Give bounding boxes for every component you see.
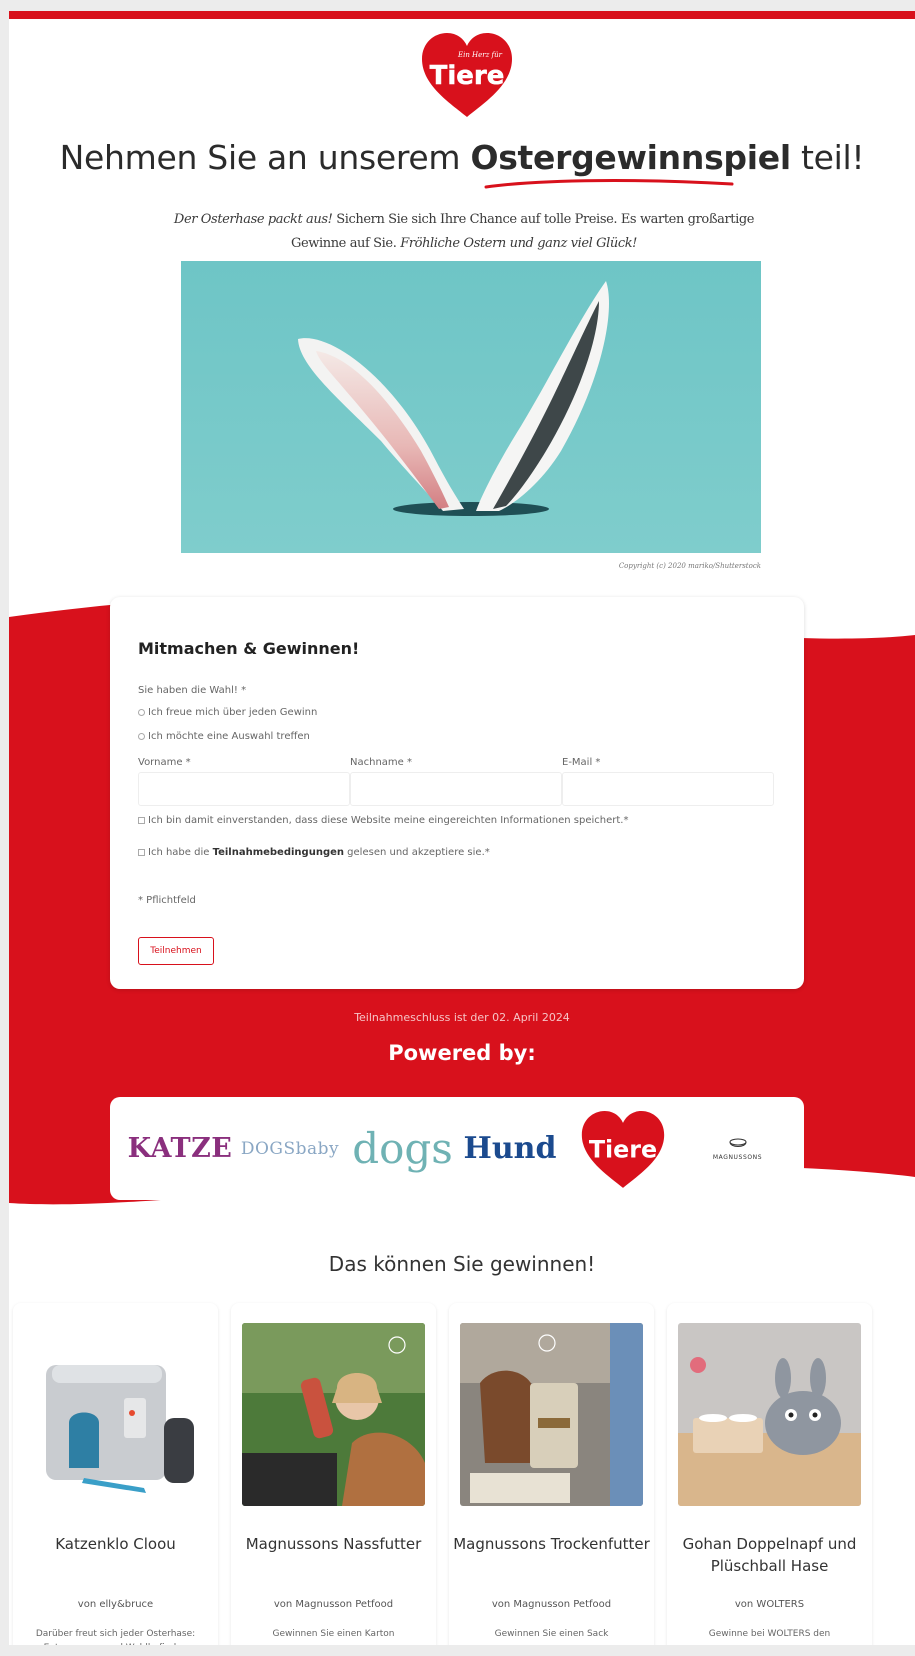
logo-wordmark: Tiere xyxy=(430,61,505,91)
consent-terms-checkbox[interactable] xyxy=(138,849,145,856)
dogsbaby-logo[interactable]: DOGSbaby xyxy=(240,1097,340,1200)
image-copyright: Copyright (c) 2020 mariko/Shutterstock xyxy=(618,562,761,570)
prizes-title: Das können Sie gewinnen! xyxy=(328,1252,596,1276)
intro-text: Der Osterhase packt aus! Sichern Sie sic… xyxy=(169,208,759,256)
title-prefix: Nehmen Sie an unserem xyxy=(59,138,471,177)
deadline-text: Teilnahmeschluss ist der 02. April 2024 xyxy=(354,1011,570,1024)
firstname-label: Vorname * xyxy=(138,757,191,768)
email-label: E-Mail * xyxy=(562,757,601,768)
bowl-icon xyxy=(729,1138,746,1147)
prize-description: Gewinnen Sie einen Karton xyxy=(272,1629,395,1639)
title-underline-stroke xyxy=(484,179,734,189)
prize-card[interactable]: Gohan Doppelnapf und Plüschball Hase von… xyxy=(667,1303,872,1645)
entry-form: Mitmachen & Gewinnen! Sie haben die Wahl… xyxy=(110,597,804,989)
logo-tagline: Ein Herz für xyxy=(457,51,503,59)
form-title: Mitmachen & Gewinnen! xyxy=(138,639,360,658)
prize-name: Magnussons Nassfutter xyxy=(245,1535,422,1553)
firstname-field: Vorname * xyxy=(138,757,350,806)
consent-terms-row[interactable]: Ich habe die Teilnahmebedingungen gelese… xyxy=(138,847,490,858)
katze-logo[interactable]: KATZE xyxy=(128,1097,232,1200)
prize-description: Gewinnen Sie einen Sack xyxy=(494,1629,609,1639)
sponsor-logos: KATZE DOGSbaby dogs Hund Tiere MAGNUSSON… xyxy=(110,1097,804,1200)
prize-description: Gewinne bei WOLTERS den xyxy=(708,1629,831,1639)
page: Ein Herz für Tiere Nehmen Sie an unserem… xyxy=(9,11,915,1645)
radio-label: Ich möchte eine Auswahl treffen xyxy=(148,731,310,742)
terms-pre: Ich habe die xyxy=(148,847,213,858)
consent-storage-checkbox[interactable] xyxy=(138,817,145,824)
prize-description: Darüber freut sich jeder Osterhase: Ents… xyxy=(35,1629,196,1645)
radio-button[interactable] xyxy=(138,709,145,716)
prize-name: Gohan Doppelnapf und Plüschball Hase xyxy=(682,1535,857,1575)
consent-storage-label: Ich bin damit einverstanden, dass diese … xyxy=(148,815,629,826)
email-field: E-Mail * xyxy=(562,757,774,806)
top-accent-bar xyxy=(9,11,915,19)
lastname-input[interactable] xyxy=(350,772,562,806)
powered-by-title: Powered by: xyxy=(388,1041,536,1065)
radio-button[interactable] xyxy=(138,733,145,740)
prize-image-wetfood xyxy=(242,1323,425,1506)
terms-link[interactable]: Teilnahmebedingungen xyxy=(213,847,344,858)
tiere-logo[interactable]: Ein Herz für Tiere xyxy=(420,31,514,118)
bunny-ears-illustration xyxy=(181,261,761,553)
radio-option-choose-prize[interactable]: Ich möchte eine Auswahl treffen xyxy=(138,731,310,742)
dogs-logo[interactable]: dogs xyxy=(350,1097,455,1200)
prize-name: Katzenklo Cloou xyxy=(55,1535,176,1553)
prize-card[interactable]: Magnussons Trockenfutter von Magnusson P… xyxy=(449,1303,654,1645)
title-highlight: Ostergewinnspiel xyxy=(470,138,791,177)
intro-italic-1: Der Osterhase packt aus! xyxy=(173,212,333,227)
prize-vendor: von Magnusson Petfood xyxy=(491,1599,612,1610)
hund-logo[interactable]: Hund xyxy=(460,1097,560,1200)
prize-card[interactable]: Magnussons Nassfutter von Magnusson Petf… xyxy=(231,1303,436,1645)
lastname-label: Nachname * xyxy=(350,757,412,768)
lastname-field: Nachname * xyxy=(350,757,562,806)
consent-terms-label: Ich habe die Teilnahmebedingungen gelese… xyxy=(148,847,490,858)
radio-option-any-prize[interactable]: Ich freue mich über jeden Gewinn xyxy=(138,707,317,718)
page-title: Nehmen Sie an unserem Ostergewinnspiel t… xyxy=(9,138,915,177)
email-input[interactable] xyxy=(562,772,774,806)
consent-storage-row[interactable]: Ich bin damit einverstanden, dass diese … xyxy=(138,815,628,826)
prize-vendor: von Magnusson Petfood xyxy=(273,1599,394,1610)
submit-button[interactable]: Teilnehmen xyxy=(138,937,214,965)
prize-vendor: von WOLTERS xyxy=(734,1599,805,1610)
prize-image-litterbox xyxy=(24,1323,207,1506)
choice-label: Sie haben die Wahl! * xyxy=(138,685,247,696)
firstname-input[interactable] xyxy=(138,772,350,806)
heart-logo-icon: Tiere xyxy=(581,1110,664,1188)
hero-image xyxy=(181,261,761,553)
title-suffix: teil! xyxy=(790,138,865,177)
prize-card[interactable]: Katzenklo Cloou von elly&bruce Darüber f… xyxy=(13,1303,218,1645)
required-note: * Pflichtfeld xyxy=(138,895,196,906)
prize-vendor: von elly&bruce xyxy=(77,1599,154,1610)
magnussons-logo[interactable]: MAGNUSSONS xyxy=(685,1097,790,1200)
intro-italic-2: Fröhliche Ostern und ganz viel Glück! xyxy=(400,236,638,251)
radio-label: Ich freue mich über jeden Gewinn xyxy=(148,707,318,718)
magnussons-wordmark: MAGNUSSONS xyxy=(712,1153,763,1161)
prize-name: Magnussons Trockenfutter xyxy=(453,1535,650,1553)
prize-image-dryfood xyxy=(460,1323,643,1506)
prize-image-bowl-plush xyxy=(678,1323,861,1506)
terms-post: gelesen und akzeptiere sie.* xyxy=(344,847,490,858)
tiere-brand-wordmark: Tiere xyxy=(588,1135,656,1163)
tiere-brand-logo[interactable]: Tiere xyxy=(570,1097,675,1200)
